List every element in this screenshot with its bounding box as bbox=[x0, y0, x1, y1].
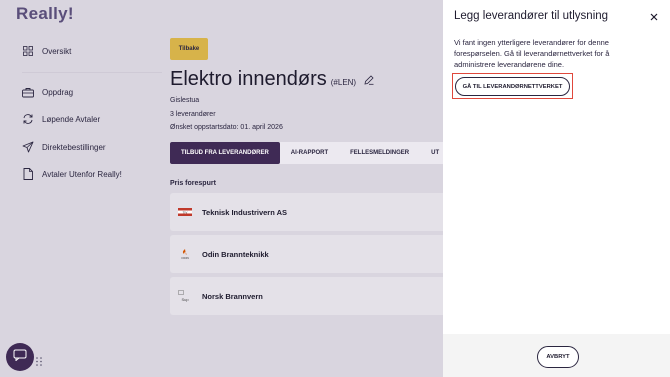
sidebar-item-label: Avtaler Utenfor Really! bbox=[42, 169, 122, 179]
cancel-button[interactable]: AVBRYT bbox=[537, 346, 579, 368]
close-icon[interactable] bbox=[649, 12, 659, 22]
document-icon bbox=[22, 168, 34, 180]
chat-icon bbox=[13, 348, 27, 366]
sidebar-item-oversikt[interactable]: Oversikt bbox=[22, 45, 71, 57]
sidebar-divider bbox=[22, 72, 162, 73]
section-title: Pris forespurt bbox=[170, 180, 216, 187]
supplier-card[interactable]: TIV Teknisk Industrivern AS bbox=[170, 193, 443, 231]
go-to-supplier-network-button[interactable]: GÅ TIL LEVERANDØRNETTVERKET bbox=[455, 77, 570, 96]
refresh-icon bbox=[22, 113, 34, 125]
drawer-message: Vi fant ingen ytterligere leverandører f… bbox=[454, 38, 610, 69]
tab-truncated[interactable]: UT bbox=[420, 142, 443, 164]
svg-text:TIV: TIV bbox=[183, 210, 188, 214]
sidebar-item-direktebestillinger[interactable]: Direktebestillinger bbox=[22, 141, 106, 153]
start-date: Ønsket oppstartsdato: 01. april 2026 bbox=[170, 124, 283, 131]
supplier-name: Norsk Brannvern bbox=[202, 291, 263, 301]
supplier-name: Teknisk Industrivern AS bbox=[202, 207, 288, 217]
title-tag: (#LEN) bbox=[330, 78, 357, 87]
supplier-logo: ODIN bbox=[178, 248, 192, 260]
svg-text:Sup: Sup bbox=[181, 297, 189, 302]
supplier-card[interactable]: ODIN Odin Brannteknikk bbox=[170, 235, 443, 273]
sidebar-item-oppdrag[interactable]: Oppdrag bbox=[22, 86, 73, 98]
drag-handle-icon[interactable] bbox=[36, 353, 42, 371]
sidebar-item-avtaler-utenfor[interactable]: Avtaler Utenfor Really! bbox=[22, 168, 122, 180]
pencil-icon[interactable] bbox=[364, 75, 374, 85]
tab-fellesmeldinger[interactable]: FELLESMELDINGER bbox=[339, 142, 420, 164]
page-title: Elektro innendørs bbox=[170, 68, 327, 90]
grid-icon bbox=[22, 45, 34, 57]
briefcase-icon bbox=[22, 86, 34, 98]
sidebar-item-label: Direktebestillinger bbox=[42, 142, 106, 152]
sidebar-item-label: Oppdrag bbox=[42, 87, 74, 97]
page-title-row: Elektro innendørs (#LEN) bbox=[170, 68, 374, 91]
tab-tilbud[interactable]: TILBUD FRA LEVERANDØRER bbox=[170, 142, 280, 164]
svg-text:ODIN: ODIN bbox=[181, 256, 189, 260]
tab-bar: TILBUD FRA LEVERANDØRER AI-RAPPORT FELLE… bbox=[170, 142, 443, 164]
main-app-backdrop: Really! Oversikt Oppdrag Løpende Avtaler bbox=[0, 0, 443, 377]
side-drawer: Legg leverandører til utlysning Vi fant … bbox=[443, 0, 670, 377]
supplier-name: Odin Brannteknikk bbox=[202, 249, 269, 259]
broken-image-icon: Sup bbox=[178, 290, 192, 302]
really-logo[interactable]: Really! bbox=[16, 4, 74, 24]
sidebar-item-label: Løpende Avtaler bbox=[42, 114, 101, 124]
tab-ai-rapport[interactable]: AI-RAPPORT bbox=[280, 142, 339, 164]
supplier-logo: TIV bbox=[178, 206, 192, 218]
back-button[interactable]: Tilbake bbox=[170, 38, 208, 60]
location-text: Gislestua bbox=[170, 97, 200, 104]
supplier-card[interactable]: Sup Norsk Brannvern bbox=[170, 277, 443, 315]
chat-button[interactable] bbox=[6, 343, 34, 371]
sidebar-item-label: Oversikt bbox=[42, 46, 72, 56]
sidebar-item-lopende-avtaler[interactable]: Løpende Avtaler bbox=[22, 113, 100, 125]
send-icon bbox=[22, 141, 34, 153]
supplier-count: 3 leverandører bbox=[170, 111, 216, 118]
drawer-title: Legg leverandører til utlysning bbox=[454, 10, 609, 22]
